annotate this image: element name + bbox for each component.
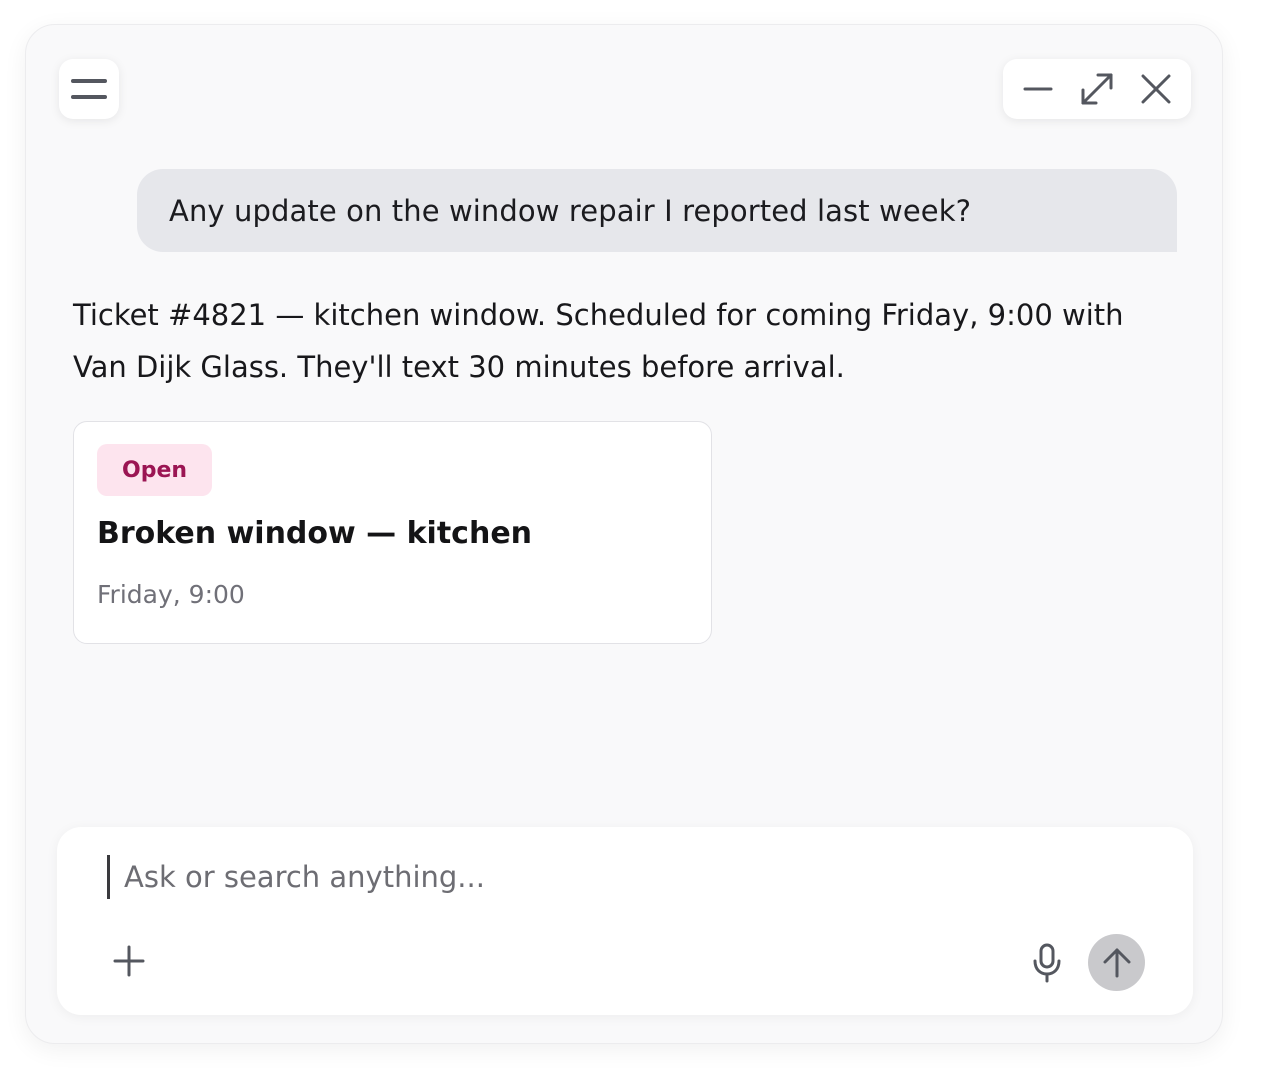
ticket-title: Broken window — kitchen [97, 516, 533, 551]
expand-button[interactable] [1071, 63, 1123, 115]
window-controls [1003, 59, 1191, 119]
menu-icon [71, 79, 107, 99]
send-button[interactable] [1088, 934, 1145, 991]
microphone-button[interactable] [1023, 937, 1071, 989]
search-input[interactable] [107, 855, 1024, 899]
status-badge: Open [97, 444, 213, 496]
composer [57, 827, 1193, 1015]
microphone-icon [1033, 943, 1061, 983]
plus-icon [113, 945, 145, 977]
user-message-bubble: Any update on the window repair I report… [137, 169, 1177, 252]
arrow-up-icon [1103, 948, 1130, 977]
expand-icon [1081, 73, 1113, 105]
ticket-card[interactable]: Open Broken window — kitchen Friday, 9:0… [73, 421, 712, 644]
close-button[interactable] [1130, 63, 1182, 115]
add-attachment-button[interactable] [105, 937, 153, 985]
user-message-text: Any update on the window repair I report… [169, 193, 972, 228]
minimize-icon [1023, 87, 1053, 91]
ticket-time: Friday, 9:00 [97, 580, 245, 609]
chat-window: Any update on the window repair I report… [25, 24, 1223, 1044]
close-icon [1141, 74, 1171, 104]
minimize-button[interactable] [1012, 63, 1064, 115]
assistant-reply: Ticket #4821 — kitchen window. Scheduled… [73, 298, 1124, 384]
menu-button[interactable] [59, 59, 119, 119]
